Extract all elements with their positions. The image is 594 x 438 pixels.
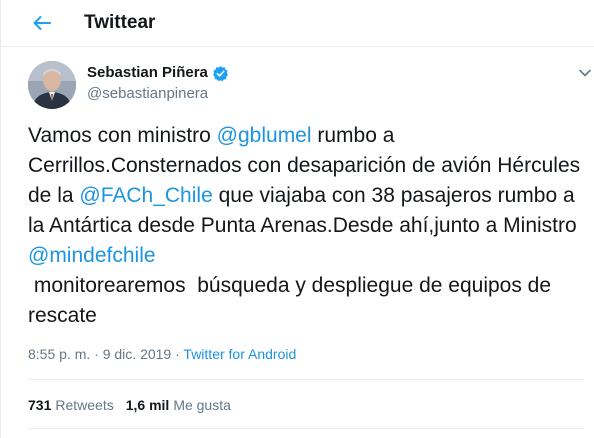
tweet-time[interactable]: 8:55 p. m. xyxy=(28,346,90,362)
avatar-image xyxy=(28,61,76,109)
retweets-stat[interactable]: 731 Retweets xyxy=(28,396,114,414)
tweet-options-button[interactable] xyxy=(578,66,592,80)
page-header: Twittear xyxy=(1,0,594,47)
tweet-text: Vamos con ministro @gblumel rumbo a Cerr… xyxy=(28,121,584,331)
back-button[interactable] xyxy=(27,10,57,36)
tweet-text-segment: monitorearemos búsqueda y despliegue de … xyxy=(28,274,552,327)
source-link[interactable]: Twitter for Android xyxy=(183,346,296,362)
retweets-label: Retweets xyxy=(55,397,114,413)
meta-separator: · xyxy=(90,346,103,362)
divider xyxy=(28,428,584,429)
retweets-count: 731 xyxy=(28,397,52,413)
tweet-meta: 8:55 p. m. · 9 dic. 2019 · Twitter for A… xyxy=(28,345,296,363)
mention-link-fach-chile[interactable]: @FACh_Chile xyxy=(79,184,212,207)
mention-link-gblumel[interactable]: @gblumel xyxy=(217,124,312,147)
tweet-text-segment: Vamos con ministro xyxy=(28,124,217,147)
chevron-down-icon xyxy=(579,69,591,77)
likes-count: 1,6 mil xyxy=(125,397,170,413)
author-name-text: Sebastian Piñera xyxy=(87,64,208,81)
mention-link-mindefchile[interactable]: @mindefchile xyxy=(28,244,156,267)
tweet-stats: 731 Retweets 1,6 mil Me gusta xyxy=(28,396,231,414)
arrow-left-icon xyxy=(33,16,51,30)
tweet-page: Twittear Sebastian Piñera @sebastianpine… xyxy=(0,0,594,438)
tweet-date[interactable]: 9 dic. 2019 xyxy=(103,346,172,362)
verified-badge-icon xyxy=(212,65,229,82)
likes-label: Me gusta xyxy=(173,397,231,413)
author-name[interactable]: Sebastian Piñera xyxy=(87,64,229,82)
avatar[interactable] xyxy=(28,61,76,109)
divider xyxy=(28,379,584,380)
likes-stat[interactable]: 1,6 mil Me gusta xyxy=(126,396,231,414)
meta-separator: · xyxy=(171,346,184,362)
page-title: Twittear xyxy=(84,12,156,33)
author-handle[interactable]: @sebastianpinera xyxy=(87,85,208,103)
